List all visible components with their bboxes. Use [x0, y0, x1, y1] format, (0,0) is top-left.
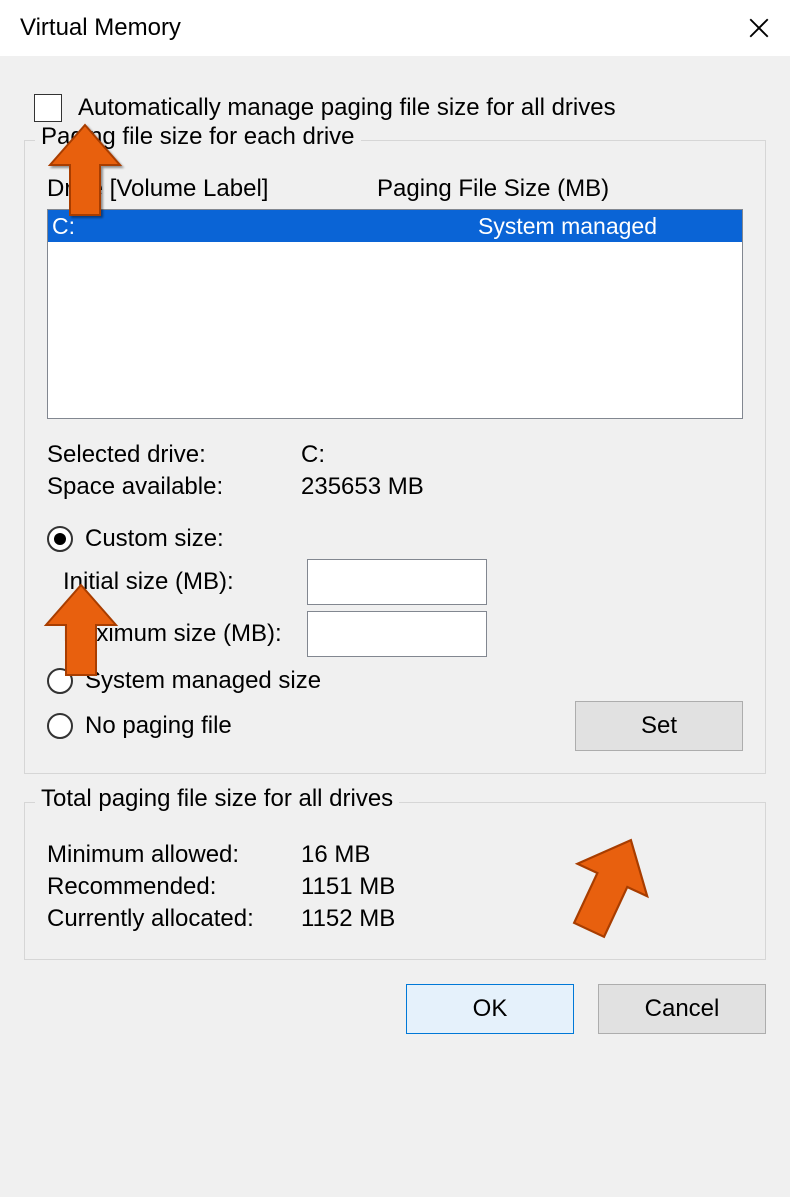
drive-header-col2: Paging File Size (MB) [377, 175, 743, 203]
auto-manage-label[interactable]: Automatically manage paging file size fo… [78, 94, 616, 122]
system-managed-radio[interactable] [47, 668, 73, 694]
space-available-label: Space available: [47, 473, 301, 501]
drive-row-drive: C: [48, 210, 478, 242]
auto-manage-checkbox[interactable] [34, 94, 62, 122]
custom-size-radio[interactable] [47, 526, 73, 552]
maximum-size-label: Maximum size (MB): [47, 620, 307, 648]
initial-size-label: Initial size (MB): [47, 568, 307, 596]
drive-list[interactable]: C: System managed [47, 209, 743, 419]
space-available-value: 235653 MB [301, 473, 743, 501]
currently-allocated-value: 1152 MB [301, 905, 743, 933]
min-allowed-value: 16 MB [301, 841, 743, 869]
recommended-value: 1151 MB [301, 873, 743, 901]
close-icon[interactable] [746, 15, 772, 41]
initial-size-input[interactable] [307, 559, 487, 605]
selected-drive-value: C: [301, 441, 743, 469]
drive-row-size: System managed [478, 210, 742, 242]
totals-legend: Total paging file size for all drives [35, 785, 399, 813]
drive-list-header: Drive [Volume Label] Paging File Size (M… [47, 175, 743, 203]
dialog-body: Automatically manage paging file size fo… [0, 56, 790, 1197]
drive-row[interactable]: C: System managed [48, 210, 742, 242]
recommended-label: Recommended: [47, 873, 301, 901]
maximum-size-input[interactable] [307, 611, 487, 657]
per-drive-group: Paging file size for each drive Drive [V… [24, 140, 766, 774]
no-paging-label[interactable]: No paging file [85, 712, 232, 740]
cancel-button[interactable]: Cancel [598, 984, 766, 1034]
drive-header-col1: Drive [Volume Label] [47, 175, 377, 203]
set-button[interactable]: Set [575, 701, 743, 751]
selected-drive-label: Selected drive: [47, 441, 301, 469]
custom-size-label[interactable]: Custom size: [85, 525, 224, 553]
currently-allocated-label: Currently allocated: [47, 905, 301, 933]
ok-button[interactable]: OK [406, 984, 574, 1034]
system-managed-label[interactable]: System managed size [85, 667, 321, 695]
title-label: Virtual Memory [20, 14, 181, 42]
min-allowed-label: Minimum allowed: [47, 841, 301, 869]
no-paging-radio[interactable] [47, 713, 73, 739]
per-drive-legend: Paging file size for each drive [35, 123, 361, 151]
titlebar: Virtual Memory [0, 0, 790, 56]
totals-group: Total paging file size for all drives Mi… [24, 802, 766, 960]
